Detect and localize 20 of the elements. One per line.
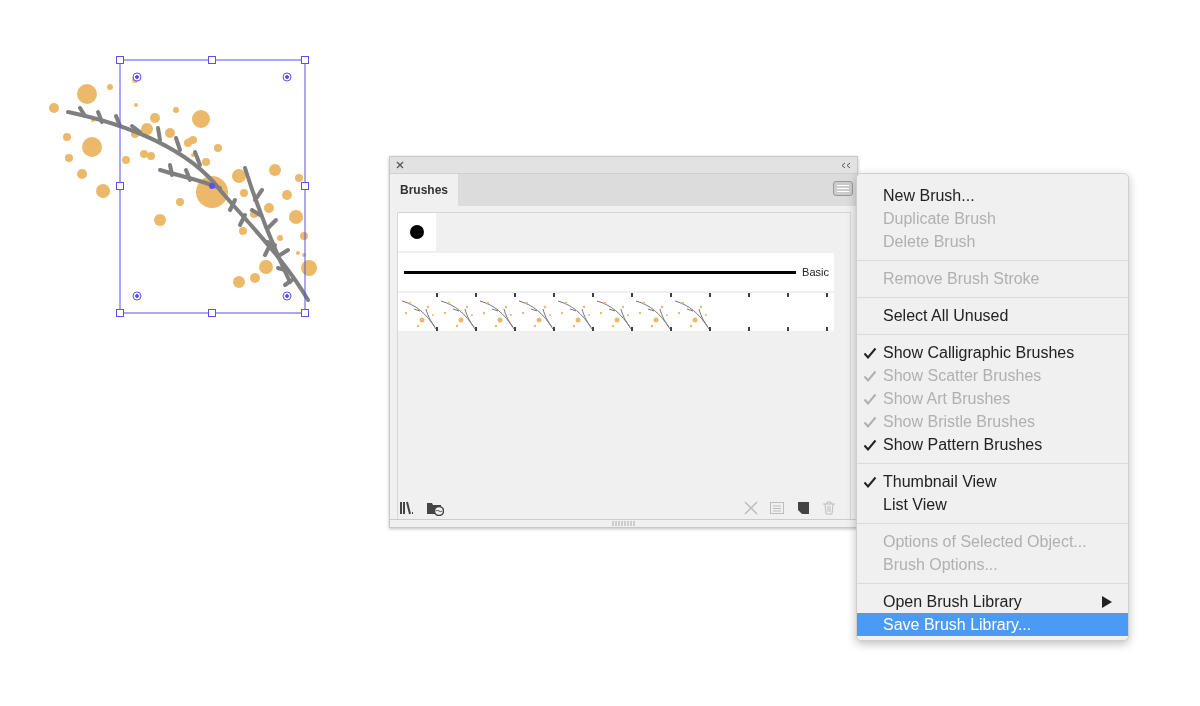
resize-grip-icon[interactable] <box>611 521 636 526</box>
panel-tab[interactable]: Brushes <box>390 174 459 206</box>
new-brush-icon[interactable] <box>795 500 811 516</box>
library-books-icon[interactable] <box>400 500 416 516</box>
folder-cloud-icon[interactable] <box>426 500 444 516</box>
menu-item[interactable]: Thumbnail View <box>857 470 1128 493</box>
selection-box[interactable] <box>116 56 309 317</box>
calligraphic-brush-icon[interactable] <box>410 225 424 239</box>
menu-item[interactable]: New Brush... <box>857 184 1128 207</box>
menu-item[interactable]: Open Brush Library <box>857 590 1128 613</box>
menu-item[interactable]: Show Calligraphic Brushes <box>857 341 1128 364</box>
close-icon[interactable] <box>396 161 404 169</box>
menu-item[interactable]: Show Pattern Brushes <box>857 433 1128 456</box>
panel-menu-icon[interactable] <box>833 181 853 196</box>
collapse-icon[interactable] <box>841 161 851 169</box>
menu-item[interactable]: Select All Unused <box>857 304 1128 327</box>
basic-brush-row[interactable]: Basic <box>398 253 834 291</box>
pattern-brush-tiles-drawing[interactable] <box>398 293 834 331</box>
brush-name: Basic <box>802 264 829 280</box>
menu-item[interactable]: List View <box>857 493 1128 516</box>
